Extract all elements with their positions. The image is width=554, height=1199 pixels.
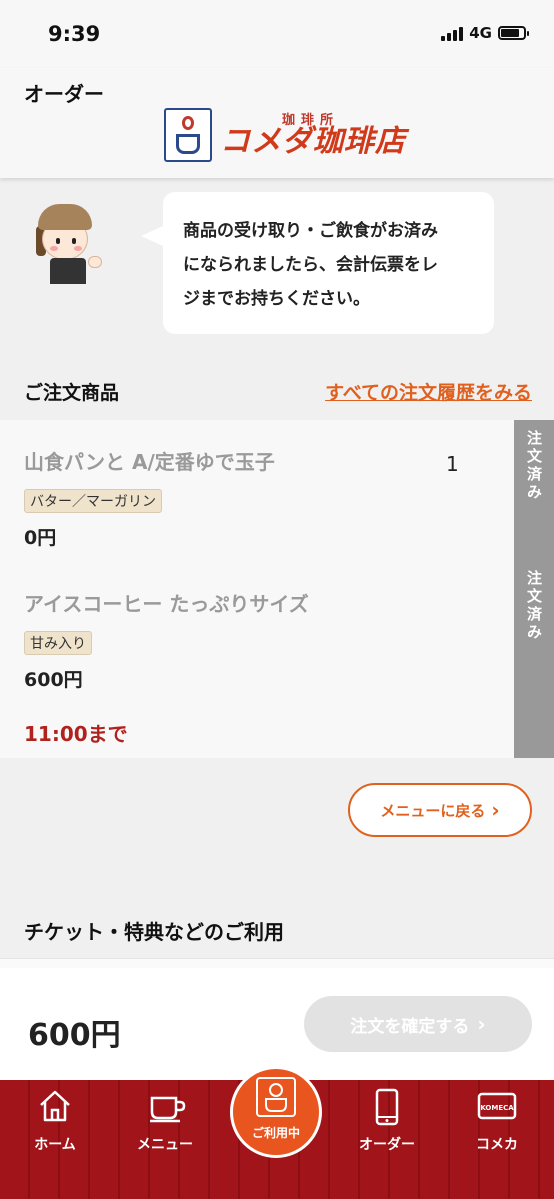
order-footer: 600円 注文を確定する › bbox=[0, 968, 554, 1080]
order-item: 山食パンと A/定番ゆで玉子 バター／マーガリン 0円 bbox=[24, 446, 275, 550]
orders-title: ご注文商品 bbox=[24, 382, 120, 404]
item-price: 600円 bbox=[24, 669, 83, 691]
tab-label: ホーム bbox=[34, 1137, 76, 1153]
back-to-menu-label: メニューに戻る bbox=[380, 801, 486, 820]
mascot-illustration bbox=[30, 200, 110, 286]
komeda-logo: 珈琲所 コメダ珈琲店 bbox=[164, 108, 406, 162]
status-bar: 9:39 4G bbox=[0, 0, 554, 68]
komeca-card-icon: KOMECA bbox=[477, 1088, 517, 1124]
tab-label: メニュー bbox=[137, 1137, 193, 1153]
bubble-line-2: になられましたら、会計伝票をレ bbox=[183, 255, 438, 275]
item-option-badge: バター／マーガリン bbox=[24, 489, 162, 513]
status-indicators: 4G bbox=[441, 24, 529, 42]
chevron-right-icon: › bbox=[491, 798, 500, 822]
order-total: 600円 bbox=[28, 1018, 121, 1053]
tab-label: コメカ bbox=[476, 1137, 518, 1153]
item-option-badge: 甘み入り bbox=[24, 631, 92, 655]
bubble-line-3: ジまでお持ちください。 bbox=[183, 289, 370, 309]
bubble-line-1: 商品の受け取り・ご飲食がお済み bbox=[183, 221, 438, 241]
item-price: 0円 bbox=[24, 527, 57, 549]
signal-icon bbox=[441, 25, 464, 41]
header: オーダー 珈琲所 コメダ珈琲店 bbox=[0, 68, 554, 178]
confirm-order-button[interactable]: 注文を確定する › bbox=[304, 996, 532, 1052]
smartphone-icon bbox=[370, 1088, 404, 1126]
tickets-section-title[interactable]: チケット・特典などのご利用 bbox=[24, 916, 284, 945]
order-history-link[interactable]: すべての注文履歴をみる bbox=[325, 378, 532, 405]
order-item: アイスコーヒー たっぷりサイズ 甘み入り 600円 bbox=[24, 588, 309, 692]
tab-home[interactable]: ホーム bbox=[10, 1084, 100, 1164]
tab-in-use[interactable]: ご利用中 bbox=[230, 1066, 322, 1158]
order-status-strip: 注文済み 注文済み bbox=[514, 420, 554, 758]
tab-label: オーダー bbox=[359, 1137, 415, 1153]
tab-komeca[interactable]: KOMECA コメカ bbox=[452, 1084, 542, 1164]
divider bbox=[0, 958, 554, 968]
home-icon bbox=[38, 1088, 72, 1124]
item-name: アイスコーヒー たっぷりサイズ bbox=[24, 592, 309, 616]
confirm-order-label: 注文を確定する bbox=[350, 1016, 470, 1037]
network-label: 4G bbox=[469, 24, 492, 42]
back-to-menu-button[interactable]: メニューに戻る › bbox=[348, 783, 532, 837]
speech-bubble: 商品の受け取り・ご飲食がお済み になられましたら、会計伝票をレ ジまでお持ちくだ… bbox=[141, 192, 494, 334]
orders-header: ご注文商品 すべての注文履歴をみる bbox=[24, 376, 532, 406]
item-status-label: 注文済み bbox=[525, 430, 543, 502]
order-deadline: 11:00まで bbox=[24, 722, 128, 746]
komeca-card-text: KOMECA bbox=[480, 1104, 514, 1112]
item-quantity: 1 bbox=[446, 452, 459, 476]
coffee-cup-icon bbox=[148, 1088, 186, 1124]
battery-icon bbox=[498, 26, 529, 40]
tab-order[interactable]: オーダー bbox=[342, 1084, 432, 1164]
item-status-label: 注文済み bbox=[525, 570, 543, 642]
tab-label: ご利用中 bbox=[251, 1124, 300, 1141]
tab-menu[interactable]: メニュー bbox=[120, 1084, 210, 1164]
page-title: オーダー bbox=[24, 82, 104, 106]
komeda-logo-icon bbox=[256, 1077, 296, 1117]
logo-title: コメダ珈琲店 bbox=[220, 123, 406, 159]
chevron-right-icon: › bbox=[477, 1012, 486, 1036]
item-name: 山食パンと A/定番ゆで玉子 bbox=[24, 450, 275, 474]
logo-mark-icon bbox=[164, 108, 212, 162]
status-time: 9:39 bbox=[48, 22, 101, 46]
